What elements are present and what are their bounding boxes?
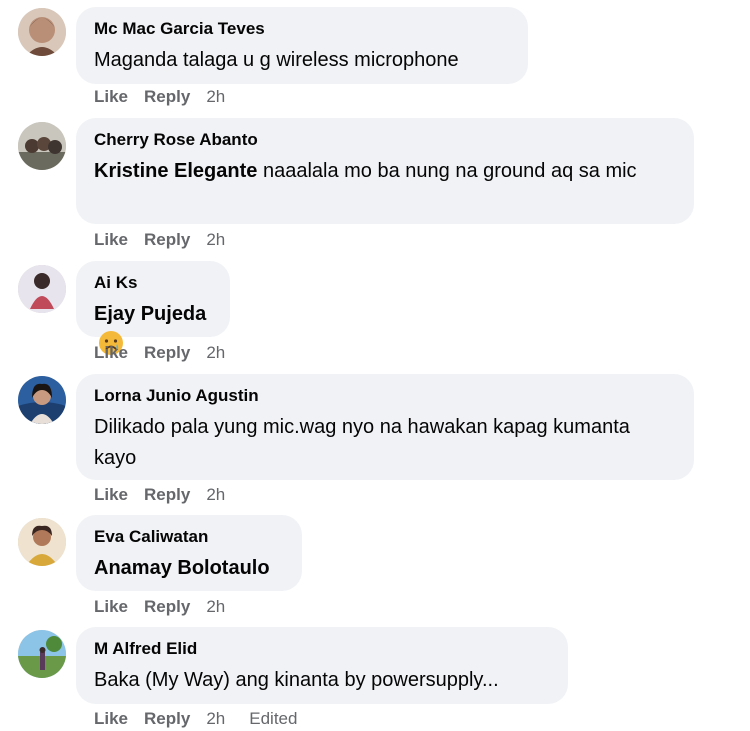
comment-timestamp[interactable]: 2h (206, 709, 225, 729)
mention-link[interactable]: Kristine Elegante (94, 160, 257, 182)
comment-bubble: Ai Ks Ejay Pujeda (76, 261, 230, 355)
comment-text: Dilikado pala yung mic.wag nyo na hawaka… (94, 412, 676, 474)
like-button[interactable]: Like (94, 87, 128, 107)
mention-link[interactable]: Ejay Pujeda (94, 303, 206, 325)
comment-timestamp[interactable]: 2h (206, 87, 225, 107)
comment-timestamp[interactable]: 2h (206, 230, 225, 250)
comment-actions: Like Reply 2h Edited (94, 709, 313, 729)
comment-text: Baka (My Way) ang kinanta by powersupply… (94, 665, 550, 696)
comment-text: Kristine Elegante naaalala mo ba nung na… (94, 156, 676, 187)
comment-text: Maganda talaga u g wireless microphone (94, 45, 510, 76)
like-button[interactable]: Like (94, 343, 128, 363)
comment-timestamp[interactable]: 2h (206, 343, 225, 363)
like-button[interactable]: Like (94, 230, 128, 250)
comment-author[interactable]: M Alfred Elid (94, 639, 550, 659)
like-button[interactable]: Like (94, 485, 128, 505)
comment-bubble: Cherry Rose Abanto Kristine Elegante naa… (76, 118, 694, 224)
comment-body: Baka (My Way) ang kinanta by powersupply… (94, 669, 499, 691)
reply-button[interactable]: Reply (144, 597, 190, 617)
comment-author[interactable]: Mc Mac Garcia Teves (94, 19, 510, 39)
avatar[interactable] (18, 8, 66, 56)
comment-author[interactable]: Eva Caliwatan (94, 527, 284, 547)
comment-bubble: Mc Mac Garcia Teves Maganda talaga u g w… (76, 7, 528, 84)
comment-author[interactable]: Ai Ks (94, 273, 212, 293)
reply-button[interactable]: Reply (144, 230, 190, 250)
comment-actions: Like Reply 2h (94, 230, 249, 250)
comment-body: Maganda talaga u g wireless microphone (94, 49, 459, 71)
comment-actions: Like Reply 2h (94, 485, 249, 505)
comment-bubble: Eva Caliwatan Anamay Bolotaulo (76, 515, 302, 591)
like-button[interactable]: Like (94, 597, 128, 617)
comment-timestamp[interactable]: 2h (206, 485, 225, 505)
comment-author[interactable]: Cherry Rose Abanto (94, 130, 676, 150)
comment-bubble: M Alfred Elid Baka (My Way) ang kinanta … (76, 627, 568, 704)
comment-author[interactable]: Lorna Junio Agustin (94, 386, 676, 406)
avatar[interactable] (18, 630, 66, 678)
reply-button[interactable]: Reply (144, 485, 190, 505)
comment-body: Dilikado pala yung mic.wag nyo na hawaka… (94, 416, 630, 469)
reply-button[interactable]: Reply (144, 343, 190, 363)
comment-bubble: Lorna Junio Agustin Dilikado pala yung m… (76, 374, 694, 480)
avatar[interactable] (18, 265, 66, 313)
comment-actions: Like Reply 2h (94, 87, 249, 107)
mention-link[interactable]: Anamay Bolotaulo (94, 557, 270, 579)
avatar[interactable] (18, 518, 66, 566)
like-button[interactable]: Like (94, 709, 128, 729)
comment-body: naaalala mo ba nung na ground aq sa mic (257, 160, 637, 182)
avatar[interactable] (18, 376, 66, 424)
comment-timestamp[interactable]: 2h (206, 597, 225, 617)
comment-actions: Like Reply 2h (94, 597, 249, 617)
reply-button[interactable]: Reply (144, 709, 190, 729)
reply-button[interactable]: Reply (144, 87, 190, 107)
comment-actions: Like Reply 2h (94, 343, 249, 363)
avatar[interactable] (18, 122, 66, 170)
edited-label[interactable]: Edited (249, 709, 297, 729)
comment-text: Anamay Bolotaulo (94, 553, 284, 584)
